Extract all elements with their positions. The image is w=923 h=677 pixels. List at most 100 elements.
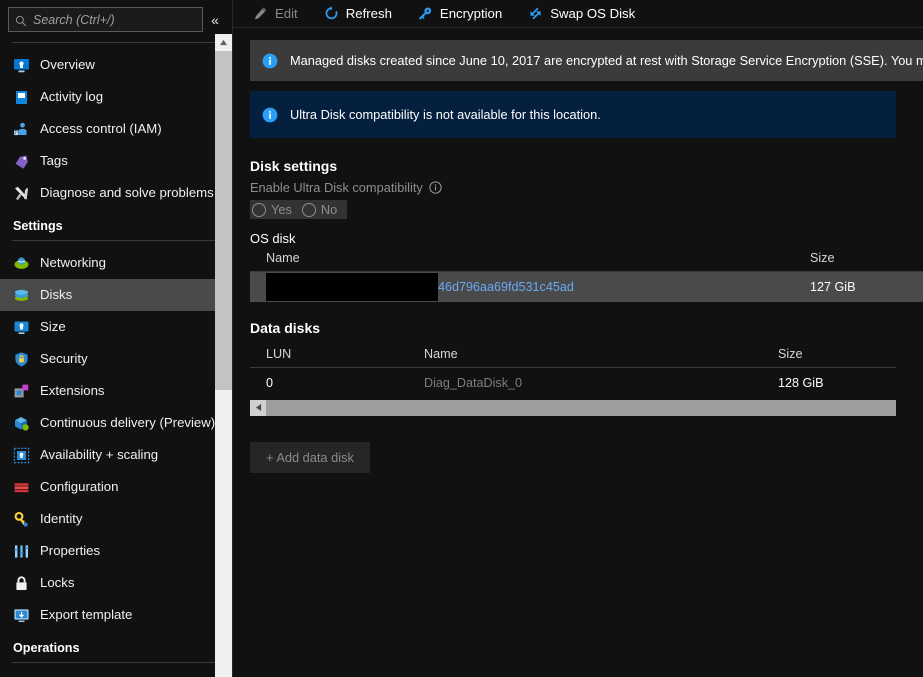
ultra-disk-field-label: Enable Ultra Disk compatibility bbox=[250, 180, 923, 195]
data-disks-table: LUN Name Size 0 Diag_DataDisk_0 128 GiB bbox=[250, 342, 923, 398]
sidebar-item-size[interactable]: Size bbox=[0, 311, 232, 343]
table-row[interactable]: 0 Diag_DataDisk_0 128 GiB bbox=[250, 368, 896, 398]
edit-label: Edit bbox=[275, 6, 298, 21]
sidebar-item-properties[interactable]: Properties bbox=[0, 535, 232, 567]
sidebar-nav-settings: Networking Disks Size Security Extension… bbox=[0, 247, 232, 631]
sidebar-item-label: Activity log bbox=[40, 89, 104, 105]
sidebar-item-label: Locks bbox=[40, 575, 75, 591]
refresh-label: Refresh bbox=[345, 6, 392, 21]
sidebar-item-diagnose[interactable]: Diagnose and solve problems bbox=[0, 177, 232, 209]
add-data-disk-button[interactable]: + Add data disk bbox=[250, 441, 370, 473]
networking-icon bbox=[13, 255, 30, 272]
data-disk-lun-cell: 0 bbox=[266, 375, 274, 390]
swap-arrows-icon bbox=[528, 6, 543, 21]
swap-os-disk-label: Swap OS Disk bbox=[550, 6, 636, 21]
sidebar-item-label: Size bbox=[40, 319, 66, 335]
search-box[interactable] bbox=[8, 7, 203, 32]
sidebar-item-locks[interactable]: Locks bbox=[0, 567, 232, 599]
sidebar: « Overview bbox=[0, 0, 232, 677]
encryption-button[interactable]: Encryption bbox=[416, 4, 504, 23]
sidebar-item-networking[interactable]: Networking bbox=[0, 247, 232, 279]
continuous-delivery-icon bbox=[13, 415, 30, 432]
sidebar-item-label: Extensions bbox=[40, 383, 105, 399]
disk-settings-title: Disk settings bbox=[250, 158, 338, 174]
data-disk-size-cell: 128 GiB bbox=[778, 375, 824, 390]
info-icon bbox=[262, 53, 278, 69]
sidebar-nav-top: Overview Activity log Access control (IA… bbox=[0, 49, 232, 209]
os-disk-size-cell: 127 GiB bbox=[810, 279, 856, 294]
sidebar-scrollbar[interactable] bbox=[215, 34, 232, 677]
os-disk-col-name: Name bbox=[266, 251, 300, 265]
sidebar-item-extensions[interactable]: Extensions bbox=[0, 375, 232, 407]
sidebar-divider-settings bbox=[12, 240, 220, 241]
sidebar-item-label: Diagnose and solve problems bbox=[40, 185, 214, 201]
sidebar-item-tags[interactable]: Tags bbox=[0, 145, 232, 177]
sidebar-item-activity-log[interactable]: Activity log bbox=[0, 81, 232, 113]
sidebar-search-row: « bbox=[0, 0, 232, 38]
refresh-button[interactable]: Refresh bbox=[322, 4, 394, 23]
sidebar-item-label: Identity bbox=[40, 511, 83, 527]
sidebar-item-access-control[interactable]: Access control (IAM) bbox=[0, 113, 232, 145]
availability-icon bbox=[13, 447, 30, 464]
sidebar-item-label: Configuration bbox=[40, 479, 119, 495]
data-disk-name-cell[interactable]: Diag_DataDisk_0 bbox=[408, 376, 778, 390]
configuration-icon bbox=[13, 479, 30, 496]
data-disks-horizontal-scrollbar[interactable] bbox=[250, 399, 896, 416]
sidebar-item-security[interactable]: Security bbox=[0, 343, 232, 375]
ultra-disk-radio-yes[interactable]: Yes bbox=[252, 202, 296, 217]
sidebar-section-operations: Operations bbox=[13, 641, 80, 655]
os-disk-name-link[interactable]: 46d796aa69fd531c45ad bbox=[438, 280, 574, 294]
scroll-up-icon[interactable] bbox=[215, 34, 232, 51]
main-panel: Edit Refresh Encryption Swap OS Disk Man… bbox=[232, 0, 923, 677]
sidebar-item-configuration[interactable]: Configuration bbox=[0, 471, 232, 503]
content-area: Managed disks created since June 10, 201… bbox=[233, 40, 923, 473]
sidebar-item-export-template[interactable]: Export template bbox=[0, 599, 232, 631]
edit-button[interactable]: Edit bbox=[251, 4, 300, 23]
sidebar-item-label: Tags bbox=[40, 153, 68, 169]
data-disk-col-lun: LUN bbox=[266, 347, 292, 361]
access-control-icon bbox=[13, 121, 30, 138]
sidebar-item-overview[interactable]: Overview bbox=[0, 49, 232, 81]
data-disks-table-header: LUN Name Size bbox=[250, 342, 896, 368]
size-icon bbox=[13, 319, 30, 336]
data-disk-col-size: Size bbox=[778, 347, 803, 361]
redaction-box bbox=[266, 272, 438, 301]
sidebar-scrollbar-thumb[interactable] bbox=[215, 51, 232, 390]
sidebar-item-continuous-delivery[interactable]: Continuous delivery (Preview) bbox=[0, 407, 232, 439]
sidebar-section-settings: Settings bbox=[13, 219, 63, 233]
horizontal-scrollbar-thumb[interactable] bbox=[266, 399, 896, 416]
sidebar-item-identity[interactable]: Identity bbox=[0, 503, 232, 535]
shield-icon bbox=[13, 351, 30, 368]
ultra-disk-radio-no[interactable]: No bbox=[301, 202, 341, 217]
sidebar-divider-operations bbox=[12, 662, 220, 663]
swap-os-disk-button[interactable]: Swap OS Disk bbox=[526, 4, 637, 23]
monitor-icon bbox=[13, 57, 30, 74]
sidebar-item-availability-scaling[interactable]: Availability + scaling bbox=[0, 439, 232, 471]
info-tooltip-icon[interactable] bbox=[429, 181, 442, 194]
os-disk-name-cell[interactable]: 46d796aa69fd531c45ad bbox=[250, 272, 810, 301]
os-disk-col-size: Size bbox=[810, 251, 835, 265]
scroll-left-icon[interactable] bbox=[250, 399, 266, 416]
ultra-disk-radio-group: Yes No bbox=[250, 200, 348, 219]
sidebar-item-label: Overview bbox=[40, 57, 95, 73]
data-disks-title: Data disks bbox=[250, 319, 321, 336]
sidebar-item-disks[interactable]: Disks bbox=[0, 279, 232, 311]
collapse-sidebar-icon[interactable]: « bbox=[206, 9, 224, 31]
os-disk-table-header: Name Size bbox=[250, 246, 923, 272]
radio-yes-label: Yes bbox=[271, 202, 292, 217]
ultra-disk-info-banner: Ultra Disk compatibility is not availabl… bbox=[250, 91, 896, 138]
sidebar-item-label: Continuous delivery (Preview) bbox=[40, 415, 216, 431]
command-toolbar: Edit Refresh Encryption Swap OS Disk bbox=[233, 0, 923, 28]
refresh-icon bbox=[324, 6, 339, 21]
sidebar-item-label: Security bbox=[40, 351, 88, 367]
wrench-icon bbox=[13, 185, 30, 202]
search-icon bbox=[15, 14, 27, 26]
lock-icon bbox=[13, 575, 30, 592]
disks-icon bbox=[13, 287, 30, 304]
search-input[interactable] bbox=[33, 12, 196, 27]
sidebar-item-label: Access control (IAM) bbox=[40, 121, 162, 137]
info-icon bbox=[262, 107, 278, 123]
table-row[interactable]: 46d796aa69fd531c45ad 127 GiB bbox=[250, 271, 923, 302]
extensions-icon bbox=[13, 383, 30, 400]
radio-circle-icon bbox=[301, 202, 316, 217]
